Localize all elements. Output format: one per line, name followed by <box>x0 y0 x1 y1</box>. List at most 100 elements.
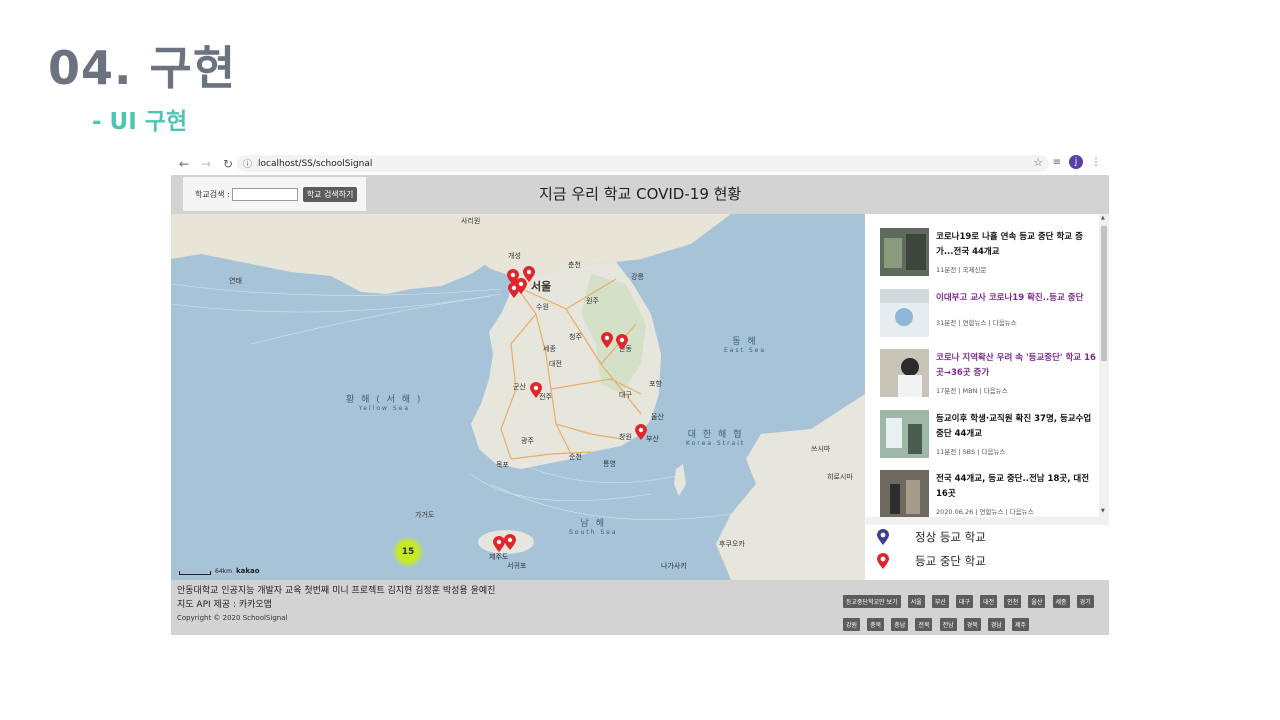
reading-list-icon[interactable]: ≡ <box>1053 157 1061 168</box>
school-search-input[interactable] <box>231 187 298 201</box>
stopped-school-pin-icon <box>877 553 889 569</box>
map-label-fukuoka: 후쿠오카 <box>719 540 745 548</box>
scrollbar-thumb[interactable] <box>1101 226 1107 361</box>
scale-text: 64km <box>215 568 232 575</box>
menu-kebab-icon[interactable]: ⋮ <box>1091 157 1101 168</box>
region-button-gyeonggi[interactable]: 경기 <box>1076 595 1094 608</box>
school-marker-pin-icon[interactable] <box>504 534 516 550</box>
school-marker-pin-icon[interactable] <box>616 334 628 350</box>
sea-label-strait-kr: 대 한 해 협 <box>687 430 744 440</box>
region-button-gyeongnam[interactable]: 경남 <box>987 618 1005 631</box>
region-button-gangwon[interactable]: 강원 <box>843 618 861 631</box>
region-button-seoul[interactable]: 서울 <box>907 595 925 608</box>
news-title[interactable]: 전국 44개교, 등교 중단..전남 18곳, 대전 16곳 <box>936 472 1096 502</box>
news-item[interactable]: 이대부고 교사 코로나19 확진..등교 중단 31분전 | 연합뉴스 | 다음… <box>880 289 1095 341</box>
legend-normal-label: 정상 등교 학교 <box>915 530 986 544</box>
map-label-jeju: 제주도 <box>489 553 509 561</box>
news-meta: 31분전 | 연합뉴스 | 다음뉴스 <box>936 319 1017 327</box>
region-button-jeju[interactable]: 제주 <box>1011 618 1030 631</box>
sea-label-south-en: South Sea <box>569 529 618 536</box>
region-button-chungnam[interactable]: 충남 <box>891 618 909 631</box>
region-button-busan[interactable]: 부산 <box>931 595 949 608</box>
region-button-gyeongbuk[interactable]: 경북 <box>963 618 981 631</box>
region-button-jeonnam[interactable]: 전남 <box>939 618 957 631</box>
map-legend: 정상 등교 학교 등교 중단 학교 <box>865 525 1109 580</box>
school-map[interactable]: 사리원 개성 서울 춘천 강릉 원주 수원 세종 대전 청주 안동 군산 전주 … <box>171 214 865 580</box>
map-scale: 64km kakao <box>179 567 260 575</box>
news-thumbnail[interactable] <box>880 289 929 337</box>
news-thumbnail[interactable] <box>880 410 929 458</box>
reload-icon[interactable]: ↻ <box>219 155 237 173</box>
news-item[interactable]: 코로나19로 나흘 연속 등교 중단 학교 증가...전국 44개교 11분전 … <box>880 228 1095 280</box>
address-bar[interactable]: ⓘ localhost/SS/schoolSignal ☆ <box>237 155 1049 172</box>
news-title[interactable]: 등교이후 학생·교직원 확진 37명, 등교수업 중단 44개교 <box>936 412 1096 442</box>
profile-avatar[interactable]: j <box>1069 155 1083 169</box>
school-marker-pin-icon[interactable] <box>530 382 542 398</box>
scale-bar <box>179 571 211 575</box>
map-label-chuncheon: 춘천 <box>568 261 581 269</box>
sea-label-strait: 대 한 해 협 Korea Strait <box>686 427 745 447</box>
scroll-up-arrow-icon[interactable]: ▲ <box>1101 215 1105 221</box>
url-text: localhost/SS/schoolSignal <box>258 158 373 169</box>
region-button-daejeon[interactable]: 대전 <box>980 595 998 608</box>
map-label-tongyeong: 통영 <box>603 460 616 468</box>
map-label-yantai: 연태 <box>229 277 242 285</box>
sea-label-yellow: 황 해 ( 서 해 ) Yellow Sea <box>346 392 422 412</box>
news-title[interactable]: 이대부고 교사 코로나19 확진..등교 중단 <box>936 291 1096 306</box>
news-thumbnail[interactable] <box>880 470 929 517</box>
search-label: 학교검색 : <box>195 189 230 199</box>
info-icon[interactable]: ⓘ <box>243 157 252 170</box>
news-title[interactable]: 코로나 지역확산 우려 속 '등교중단' 학교 16곳→36곳 증가 <box>936 351 1096 381</box>
map-label-ulsan: 울산 <box>651 413 664 421</box>
map-label-gagado: 가거도 <box>415 511 435 519</box>
map-label-changwon: 창원 <box>619 433 632 441</box>
news-thumbnail[interactable] <box>880 349 929 397</box>
region-button-incheon[interactable]: 인천 <box>1004 595 1022 608</box>
news-scrollbar[interactable]: ▲ ▼ <box>1099 214 1109 517</box>
news-horizontal-scrollbar[interactable] <box>865 517 1109 525</box>
region-button-sejong[interactable]: 세종 <box>1052 595 1070 608</box>
region-button-jeonbuk[interactable]: 전북 <box>915 618 933 631</box>
news-thumbnail[interactable] <box>880 228 929 276</box>
forward-arrow-icon[interactable]: → <box>197 155 215 173</box>
sea-label-south-kr: 남 해 <box>580 519 606 529</box>
region-button-daegu[interactable]: 대구 <box>955 595 974 608</box>
school-marker-pin-icon[interactable] <box>601 332 613 348</box>
map-label-gwangju: 광주 <box>521 437 534 445</box>
legend-stopped-label: 등교 중단 학교 <box>915 554 986 568</box>
school-marker-pin-icon[interactable] <box>635 424 647 440</box>
marker-cluster[interactable]: 15 <box>393 537 423 567</box>
news-meta: 17분전 | MBN | 다음뉴스 <box>936 387 1008 395</box>
map-label-hirosima: 히로시마 <box>827 473 853 481</box>
map-label-sejong: 세종 <box>543 345 556 353</box>
map-label-nagasaki: 나가사키 <box>661 562 687 570</box>
map-label-mokpo: 목포 <box>496 461 509 469</box>
sea-label-east-kr: 동 해 <box>732 337 758 347</box>
map-label-busan: 부산 <box>646 435 659 443</box>
map-label-pohang: 포항 <box>649 380 662 388</box>
browser-window: ← → ↻ ⓘ localhost/SS/schoolSignal ☆ ≡ j … <box>171 152 1109 635</box>
map-label-suwon: 수원 <box>536 303 549 311</box>
web-page: 학교검색 : 학교 검색하기 지금 우리 학교 COVID-19 현황 사리원 … <box>171 175 1109 635</box>
footer-map-api: 지도 API 제공 : 카카오맵 <box>177 600 272 610</box>
region-button-ulsan[interactable]: 울산 <box>1028 595 1046 608</box>
news-item[interactable]: 등교이후 학생·교직원 확진 37명, 등교수업 중단 44개교 11분전 | … <box>880 410 1095 462</box>
school-marker-pin-icon[interactable] <box>508 282 520 298</box>
region-button-stopped-only[interactable]: 등교중단학교만 보기 <box>843 595 901 608</box>
news-item[interactable]: 전국 44개교, 등교 중단..전남 18곳, 대전 16곳 2020.06.2… <box>880 470 1095 517</box>
map-label-cheongju: 청주 <box>569 333 582 341</box>
map-label-wonju: 원주 <box>586 297 599 305</box>
browser-actions: ≡ j ⋮ <box>1053 155 1101 169</box>
sea-label-strait-en: Korea Strait <box>686 440 746 447</box>
school-search-button[interactable]: 학교 검색하기 <box>302 186 358 202</box>
back-arrow-icon[interactable]: ← <box>175 155 193 173</box>
kakao-logo: kakao <box>235 567 260 575</box>
region-button-chungbuk[interactable]: 충북 <box>867 618 885 631</box>
footer-credit: 안동대학교 인공지능 개발자 교육 첫번째 미니 프로젝트 김지현 김정훈 박성… <box>177 586 496 596</box>
scroll-down-arrow-icon[interactable]: ▼ <box>1101 508 1105 514</box>
map-label-tsushima: 쓰시마 <box>811 445 831 453</box>
sea-label-south: 남 해 South Sea <box>569 516 618 536</box>
news-title[interactable]: 코로나19로 나흘 연속 등교 중단 학교 증가...전국 44개교 <box>936 230 1096 260</box>
news-item[interactable]: 코로나 지역확산 우려 속 '등교중단' 학교 16곳→36곳 증가 17분전 … <box>880 349 1096 401</box>
bookmark-star-icon[interactable]: ☆ <box>1033 156 1043 169</box>
